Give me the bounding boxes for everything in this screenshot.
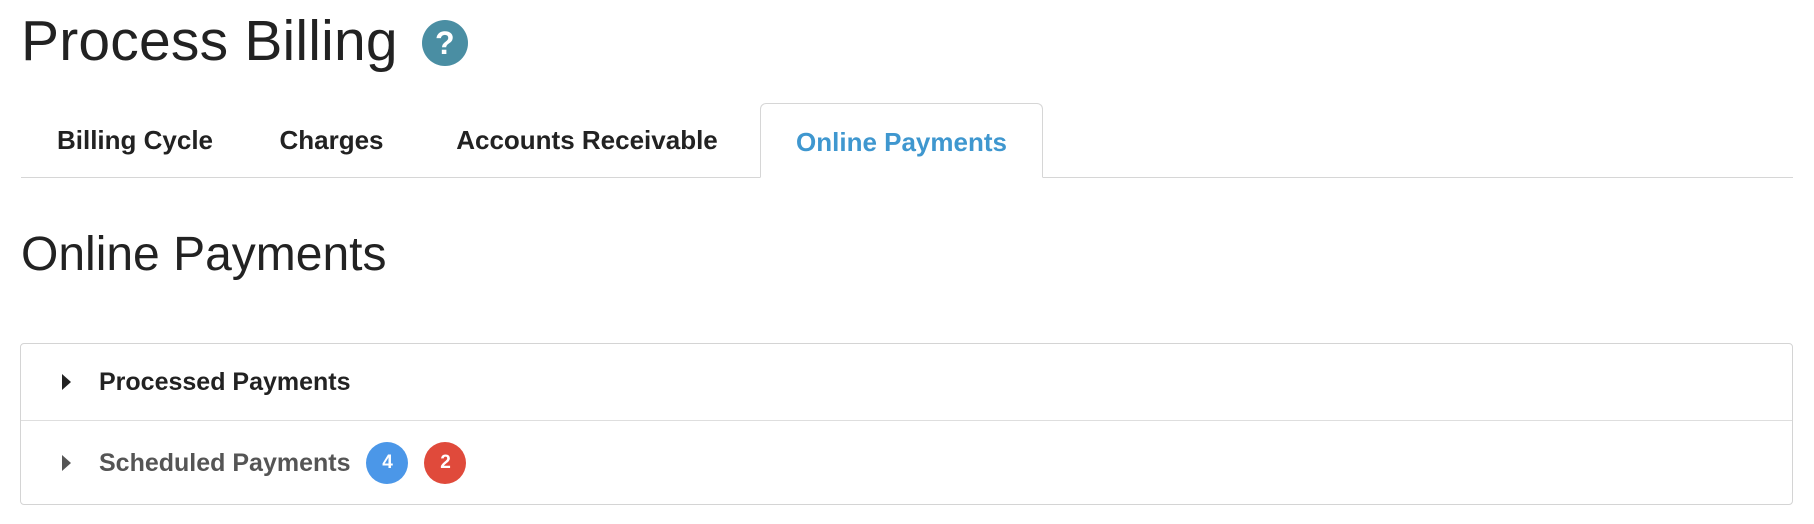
caret-right-icon xyxy=(62,374,71,390)
page-title: Process Billing xyxy=(21,9,398,73)
accordion-item-processed-payments[interactable]: Processed Payments xyxy=(21,344,1792,421)
page: Process Billing ? Billing Cycle Charges … xyxy=(0,0,1814,524)
title-row: Process Billing ? xyxy=(21,6,468,76)
caret-right-icon xyxy=(62,455,71,471)
accordion-item-scheduled-payments[interactable]: Scheduled Payments 4 2 xyxy=(21,422,1792,504)
count-badge-blue: 4 xyxy=(366,442,409,484)
count-badge-red: 2 xyxy=(424,442,467,484)
tab-bar: Billing Cycle Charges Accounts Receivabl… xyxy=(21,103,1793,178)
section-heading: Online Payments xyxy=(21,228,387,281)
accordion-item-label: Scheduled Payments xyxy=(99,448,351,477)
help-question-icon[interactable]: ? xyxy=(421,20,468,66)
tab-accounts-receivable[interactable]: Accounts Receivable xyxy=(414,103,760,177)
tab-billing-cycle[interactable]: Billing Cycle xyxy=(21,103,249,177)
tab-charges[interactable]: Charges xyxy=(249,103,414,177)
accordion-item-label: Processed Payments xyxy=(99,367,351,396)
payments-accordion: Processed Payments Scheduled Payments 4 … xyxy=(20,343,1793,505)
tab-online-payments[interactable]: Online Payments xyxy=(760,103,1043,178)
